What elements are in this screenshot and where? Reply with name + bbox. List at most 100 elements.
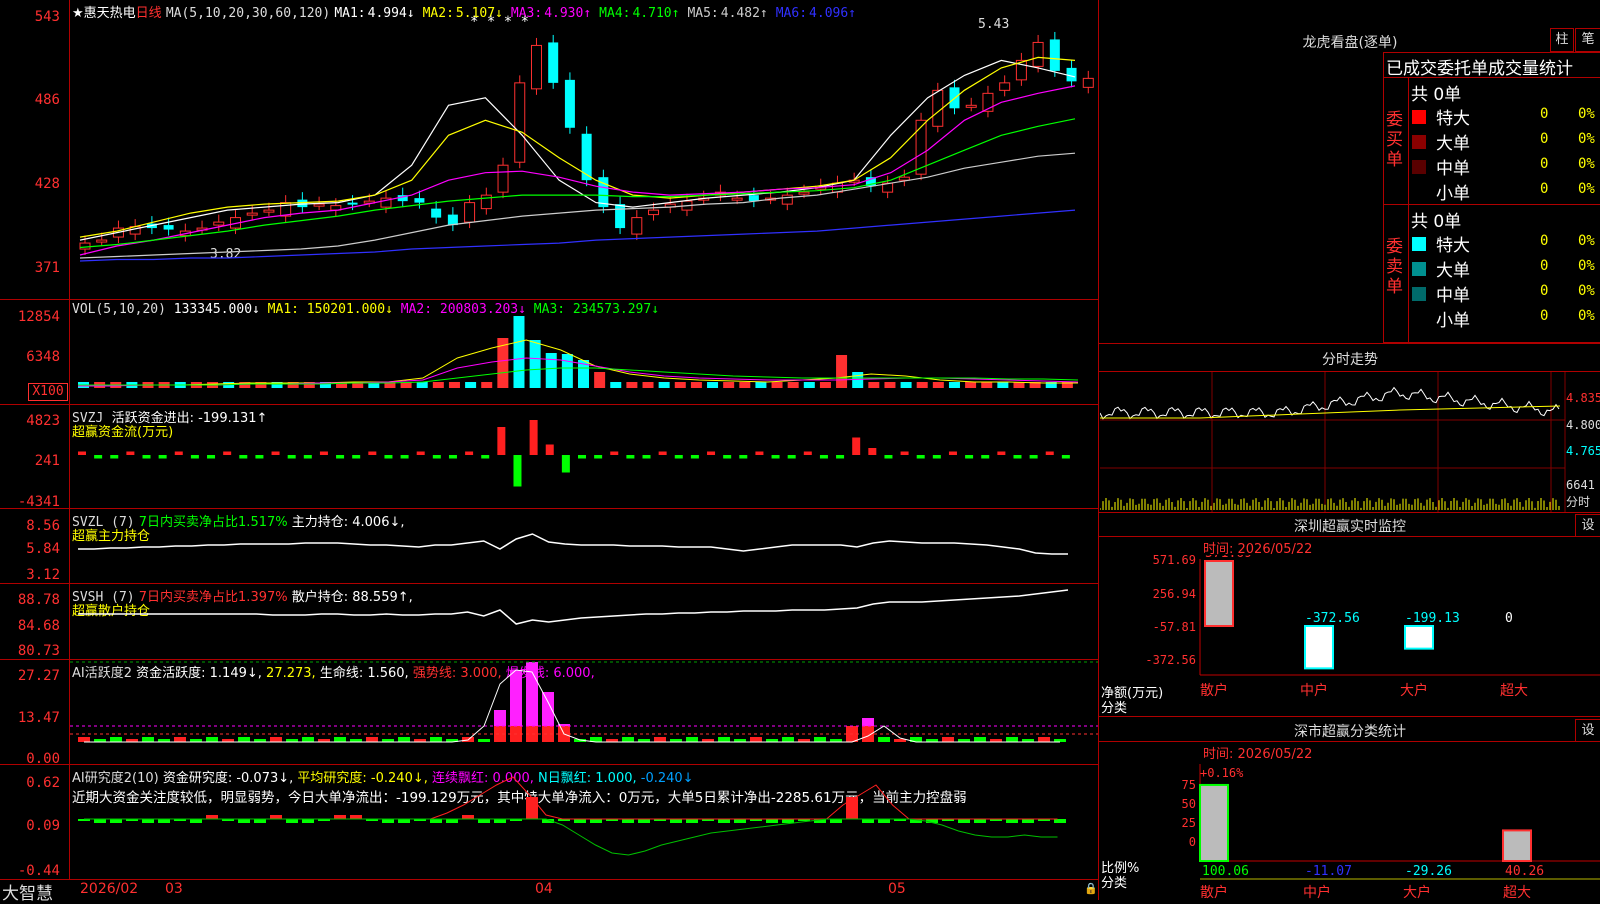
order-size-label: 大单 — [1436, 261, 1470, 281]
fund-flow-bar — [578, 455, 586, 459]
volume-bar — [561, 354, 573, 388]
candle — [615, 204, 626, 229]
order-count: 0 — [1540, 258, 1549, 274]
candle — [313, 203, 325, 207]
order-pct: 0% — [1578, 308, 1595, 324]
candle — [497, 164, 509, 193]
volume-bar — [674, 382, 686, 388]
volume-bar — [771, 382, 783, 388]
volume-bar — [529, 340, 541, 388]
fund-flow-bar — [319, 451, 328, 455]
volume-bar — [819, 382, 831, 388]
retail-line — [78, 589, 1069, 625]
fund-flow-bar — [674, 455, 683, 459]
sell-total: 共 0单 — [1411, 212, 1462, 232]
activity-bar — [510, 670, 522, 726]
svzj-y-tick: 241 — [34, 453, 60, 469]
y-tick: 486 — [34, 92, 60, 108]
order-pct: 0% — [1578, 283, 1595, 299]
date-label: 04 — [535, 881, 553, 897]
classify-bar-value: -11.07 — [1305, 864, 1352, 879]
volume-bar — [803, 382, 815, 388]
ai1-y-tick: 27.27 — [17, 668, 60, 684]
fund-flow-bar — [1045, 451, 1054, 455]
dragon-title: 龙虎看盘(逐单) — [1302, 35, 1398, 51]
activity-bar — [238, 737, 250, 742]
classify-x-label: 分类 — [1101, 876, 1128, 891]
activity-bar — [270, 737, 282, 742]
activity-bar — [878, 737, 890, 742]
research-bar — [254, 819, 266, 823]
lock-icon[interactable]: 🔒 — [1084, 882, 1098, 895]
research-bar — [638, 819, 650, 823]
research-bar — [862, 819, 874, 823]
intraday-y-tick: 4.765 — [1566, 444, 1600, 458]
classify-settings-button[interactable]: 设 — [1575, 719, 1600, 742]
research-bar — [446, 819, 458, 823]
activity-bar — [142, 737, 154, 742]
buy-total: 共 0单 — [1411, 85, 1462, 105]
tick-view-button[interactable]: 笔 — [1575, 28, 1600, 52]
activity-bar — [494, 710, 506, 726]
vol-y-tick: 6348 — [26, 349, 60, 365]
main-force-line — [78, 533, 1068, 555]
ai2-y-tick: 0.62 — [26, 775, 60, 791]
monitor-category: 超大 — [1500, 683, 1528, 699]
intraday-chart[interactable] — [1100, 372, 1600, 512]
order-size-label: 小单 — [1436, 184, 1470, 204]
activity-bar — [622, 737, 634, 742]
vol-y-tick: 12854 — [17, 309, 60, 325]
fund-flow-bar — [271, 451, 280, 455]
volume-bar — [868, 382, 880, 388]
fund-flow-bar — [1029, 455, 1038, 459]
monitor-bar — [1204, 560, 1234, 627]
fund-flow-bar — [513, 455, 522, 487]
svzl-chart — [78, 533, 1068, 555]
monitor-settings-button[interactable]: 设 — [1575, 514, 1600, 537]
research-bar — [766, 819, 778, 823]
classify-bar-value: -29.26 — [1405, 864, 1452, 879]
candle — [163, 225, 174, 230]
fund-flow-bar — [626, 455, 635, 459]
legend-swatch — [1412, 160, 1426, 174]
avg-research-line — [84, 776, 1058, 820]
fund-flow-bar — [707, 451, 716, 455]
kline-chart[interactable]: 5.43 3.82 * * * * — [70, 0, 1098, 299]
fund-flow-bar — [94, 455, 103, 459]
legend-swatch — [1412, 287, 1426, 301]
classify-y-tick: 0 — [1189, 835, 1196, 849]
volume-bar — [448, 382, 460, 388]
legend-swatch — [1412, 237, 1426, 251]
classify-bar — [1199, 783, 1229, 862]
research-bar — [494, 819, 506, 823]
fund-flow-bar — [126, 451, 135, 455]
fund-flow-bar — [900, 451, 909, 455]
buy-side-label: 委买单 — [1386, 110, 1403, 170]
classify-y-tick: 25 — [1182, 816, 1196, 830]
volume-bar — [481, 382, 493, 388]
volume-bar — [965, 382, 977, 388]
research-bar — [110, 819, 122, 823]
volume-bar — [900, 382, 912, 388]
research-bar — [846, 797, 858, 819]
avg-price-line — [1100, 405, 1561, 419]
fund-flow-bar — [1013, 455, 1022, 459]
research-bar — [974, 819, 986, 823]
order-size-label: 中单 — [1436, 286, 1470, 306]
classify-y-tick: 50 — [1182, 797, 1196, 811]
activity-bar — [1006, 737, 1018, 742]
research-bar — [734, 819, 746, 823]
order-pct: 0% — [1578, 106, 1595, 122]
bar-view-button[interactable]: 柱 — [1550, 28, 1574, 52]
classify-category: 大户 — [1403, 884, 1431, 900]
legend-swatch — [1412, 262, 1426, 276]
vol-unit-button[interactable]: X100 — [28, 383, 68, 401]
classify-bar-value: 40.26 — [1505, 864, 1544, 879]
fund-flow-bar — [852, 437, 861, 455]
volume-bar — [545, 353, 557, 388]
svzj-chart — [78, 420, 1070, 487]
fund-flow-bar — [481, 455, 490, 459]
classify-top-label: +0.16% — [1200, 766, 1244, 780]
date-label: 03 — [165, 881, 183, 897]
volume-bar — [707, 382, 719, 388]
